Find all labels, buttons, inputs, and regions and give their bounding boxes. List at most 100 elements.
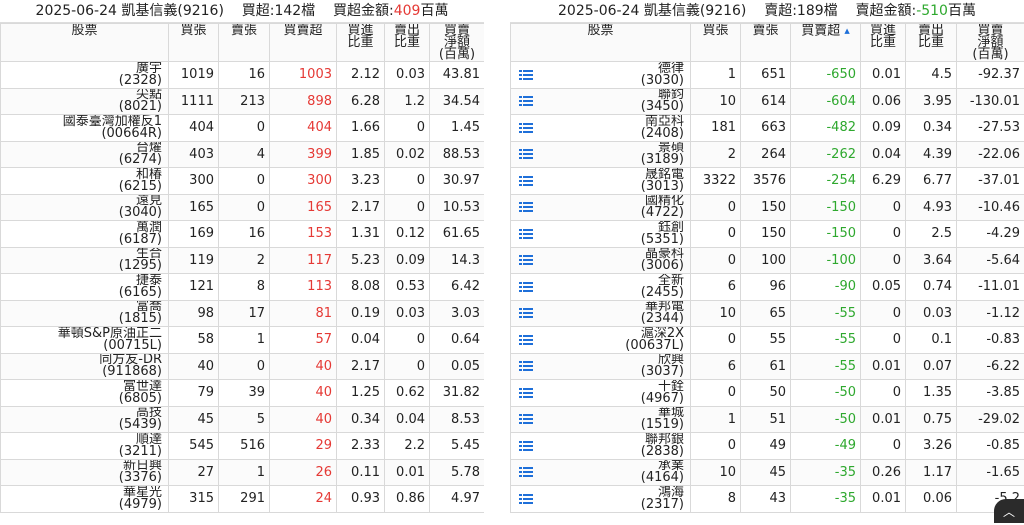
table-row[interactable]: 國精化(4722)0150-15004.93-10.46 bbox=[511, 194, 1024, 221]
stock-cell[interactable]: 國泰臺灣加權反1(00664R) bbox=[1, 115, 169, 142]
list-icon[interactable] bbox=[519, 123, 533, 133]
col-header-buy-ratio[interactable]: 買進比重 bbox=[861, 24, 906, 62]
list-icon[interactable] bbox=[519, 229, 533, 239]
list-icon[interactable] bbox=[519, 335, 533, 345]
stock-cell[interactable]: 台燿(6274) bbox=[1, 141, 169, 168]
table-row[interactable]: 遠見(3040)16501652.17010.53 bbox=[1, 194, 485, 221]
table-row[interactable]: 景碩(3189)2264-2620.044.39-22.06 bbox=[511, 141, 1024, 168]
table-row[interactable]: 鴻海(2317)843-350.010.06-5.2 bbox=[511, 486, 1024, 513]
table-row[interactable]: 順達(3211)545516292.332.25.45 bbox=[1, 433, 485, 460]
stock-cell[interactable]: 和椿(6215) bbox=[1, 168, 169, 195]
stock-cell[interactable]: 華頓S&P原油正二(00715L) bbox=[1, 327, 169, 354]
table-row[interactable]: 全新(2455)696-900.050.74-11.01 bbox=[511, 274, 1024, 301]
stock-cell[interactable]: 晟銘電(3013) bbox=[511, 168, 691, 195]
list-icon[interactable] bbox=[519, 414, 533, 424]
col-header-net-amount[interactable]: 買賣淨額(百萬) bbox=[430, 24, 485, 62]
list-icon[interactable] bbox=[519, 176, 533, 186]
stock-cell[interactable]: 同方友-DR(911868) bbox=[1, 353, 169, 380]
col-header-buy[interactable]: 買張 bbox=[169, 24, 219, 62]
stock-cell[interactable]: 南亞科(2408) bbox=[511, 115, 691, 142]
stock-cell[interactable]: 富喬(1815) bbox=[1, 300, 169, 327]
stock-cell[interactable]: 順達(3211) bbox=[1, 433, 169, 460]
stock-cell[interactable]: 景碩(3189) bbox=[511, 141, 691, 168]
stock-cell[interactable]: 欣興(3037) bbox=[511, 353, 691, 380]
stock-cell[interactable]: 高技(5439) bbox=[1, 406, 169, 433]
list-icon[interactable] bbox=[519, 202, 533, 212]
stock-cell[interactable]: 廣宇(2328) bbox=[1, 62, 169, 89]
list-icon[interactable] bbox=[519, 388, 533, 398]
table-row[interactable]: 欣興(3037)661-550.010.07-6.22 bbox=[511, 353, 1024, 380]
table-row[interactable]: 國泰臺灣加權反1(00664R)40404041.6601.45 bbox=[1, 115, 485, 142]
table-row[interactable]: 台燿(6274)40343991.850.0288.53 bbox=[1, 141, 485, 168]
col-header-buy-ratio[interactable]: 買進比重 bbox=[337, 24, 385, 62]
table-row[interactable]: 華頓S&P原油正二(00715L)581570.0400.64 bbox=[1, 327, 485, 354]
table-row[interactable]: 尖點(8021)11112138986.281.234.54 bbox=[1, 88, 485, 115]
table-row[interactable]: 廣宇(2328)10191610032.120.0343.81 bbox=[1, 62, 485, 89]
col-header-stock[interactable]: 股票 bbox=[1, 24, 169, 62]
table-row[interactable]: 捷泰(6165)12181138.080.536.42 bbox=[1, 274, 485, 301]
table-row[interactable]: 華邦電(2344)1065-5500.03-1.12 bbox=[511, 300, 1024, 327]
table-row[interactable]: 鈺創(5351)0150-15002.5-4.29 bbox=[511, 221, 1024, 248]
stock-cell[interactable]: 華星光(4979) bbox=[1, 486, 169, 513]
table-row[interactable]: 南亞科(2408)181663-4820.090.34-27.53 bbox=[511, 115, 1024, 142]
stock-cell[interactable]: 新日興(3376) bbox=[1, 459, 169, 486]
table-row[interactable]: 高技(5439)455400.340.048.53 bbox=[1, 406, 485, 433]
stock-cell[interactable]: 國精化(4722) bbox=[511, 194, 691, 221]
col-header-net-amount[interactable]: 買賣淨額(百萬) bbox=[957, 24, 1024, 62]
stock-cell[interactable]: 華城(1519) bbox=[511, 406, 691, 433]
stock-cell[interactable]: 聯鈞(3450) bbox=[511, 88, 691, 115]
stock-cell[interactable]: 遠見(3040) bbox=[1, 194, 169, 221]
col-header-sell-ratio[interactable]: 賣出比重 bbox=[385, 24, 430, 62]
stock-cell[interactable]: 滬深2X(00637L) bbox=[511, 327, 691, 354]
stock-cell[interactable]: 華邦電(2344) bbox=[511, 300, 691, 327]
col-header-sell-ratio[interactable]: 賣出比重 bbox=[906, 24, 957, 62]
table-row[interactable]: 德律(3030)1651-6500.014.5-92.37 bbox=[511, 62, 1024, 89]
list-icon[interactable] bbox=[519, 308, 533, 318]
list-icon[interactable] bbox=[519, 282, 533, 292]
table-row[interactable]: 富世達(6805)7939401.250.6231.82 bbox=[1, 380, 485, 407]
list-icon[interactable] bbox=[519, 96, 533, 106]
list-icon[interactable] bbox=[519, 467, 533, 477]
stock-cell[interactable]: 十銓(4967) bbox=[511, 380, 691, 407]
table-row[interactable]: 聯邦銀(2838)049-4903.26-0.85 bbox=[511, 433, 1024, 460]
stock-cell[interactable]: 鴻海(2317) bbox=[511, 486, 691, 513]
col-header-sell[interactable]: 賣張 bbox=[741, 24, 791, 62]
stock-cell[interactable]: 晶豪科(3006) bbox=[511, 247, 691, 274]
table-row[interactable]: 萬潤(6187)169161531.310.1261.65 bbox=[1, 221, 485, 248]
stock-cell[interactable]: 富世達(6805) bbox=[1, 380, 169, 407]
stock-cell[interactable]: 聯邦銀(2838) bbox=[511, 433, 691, 460]
scroll-top-button[interactable]: ︿ bbox=[994, 499, 1024, 523]
stock-cell[interactable]: 承業(4164) bbox=[511, 459, 691, 486]
list-icon[interactable] bbox=[519, 70, 533, 80]
table-row[interactable]: 承業(4164)1045-350.261.17-1.65 bbox=[511, 459, 1024, 486]
stock-cell[interactable]: 尖點(8021) bbox=[1, 88, 169, 115]
table-row[interactable]: 生合(1295)11921175.230.0914.3 bbox=[1, 247, 485, 274]
table-row[interactable]: 十銓(4967)050-5001.35-3.85 bbox=[511, 380, 1024, 407]
table-row[interactable]: 晶豪科(3006)0100-10003.64-5.64 bbox=[511, 247, 1024, 274]
list-icon[interactable] bbox=[519, 494, 533, 504]
table-row[interactable]: 華城(1519)151-500.010.75-29.02 bbox=[511, 406, 1024, 433]
col-header-net[interactable]: 買賣超 bbox=[270, 24, 337, 62]
table-row[interactable]: 華星光(4979)315291240.930.864.97 bbox=[1, 486, 485, 513]
list-icon[interactable] bbox=[519, 441, 533, 451]
col-header-sell[interactable]: 賣張 bbox=[219, 24, 270, 62]
col-header-stock[interactable]: 股票 bbox=[511, 24, 691, 62]
stock-cell[interactable]: 鈺創(5351) bbox=[511, 221, 691, 248]
stock-cell[interactable]: 萬潤(6187) bbox=[1, 221, 169, 248]
table-row[interactable]: 滬深2X(00637L)055-5500.1-0.83 bbox=[511, 327, 1024, 354]
list-icon[interactable] bbox=[519, 255, 533, 265]
table-row[interactable]: 和椿(6215)30003003.23030.97 bbox=[1, 168, 485, 195]
list-icon[interactable] bbox=[519, 149, 533, 159]
stock-cell[interactable]: 全新(2455) bbox=[511, 274, 691, 301]
table-row[interactable]: 同方友-DR(911868)400402.1700.05 bbox=[1, 353, 485, 380]
table-row[interactable]: 新日興(3376)271260.110.015.78 bbox=[1, 459, 485, 486]
col-header-net[interactable]: 買賣超 ▲ bbox=[791, 24, 861, 62]
table-row[interactable]: 聯鈞(3450)10614-6040.063.95-130.01 bbox=[511, 88, 1024, 115]
stock-cell[interactable]: 德律(3030) bbox=[511, 62, 691, 89]
col-header-buy[interactable]: 買張 bbox=[691, 24, 741, 62]
stock-cell[interactable]: 捷泰(6165) bbox=[1, 274, 169, 301]
table-row[interactable]: 晟銘電(3013)33223576-2546.296.77-37.01 bbox=[511, 168, 1024, 195]
table-row[interactable]: 富喬(1815)9817810.190.033.03 bbox=[1, 300, 485, 327]
list-icon[interactable] bbox=[519, 361, 533, 371]
stock-cell[interactable]: 生合(1295) bbox=[1, 247, 169, 274]
